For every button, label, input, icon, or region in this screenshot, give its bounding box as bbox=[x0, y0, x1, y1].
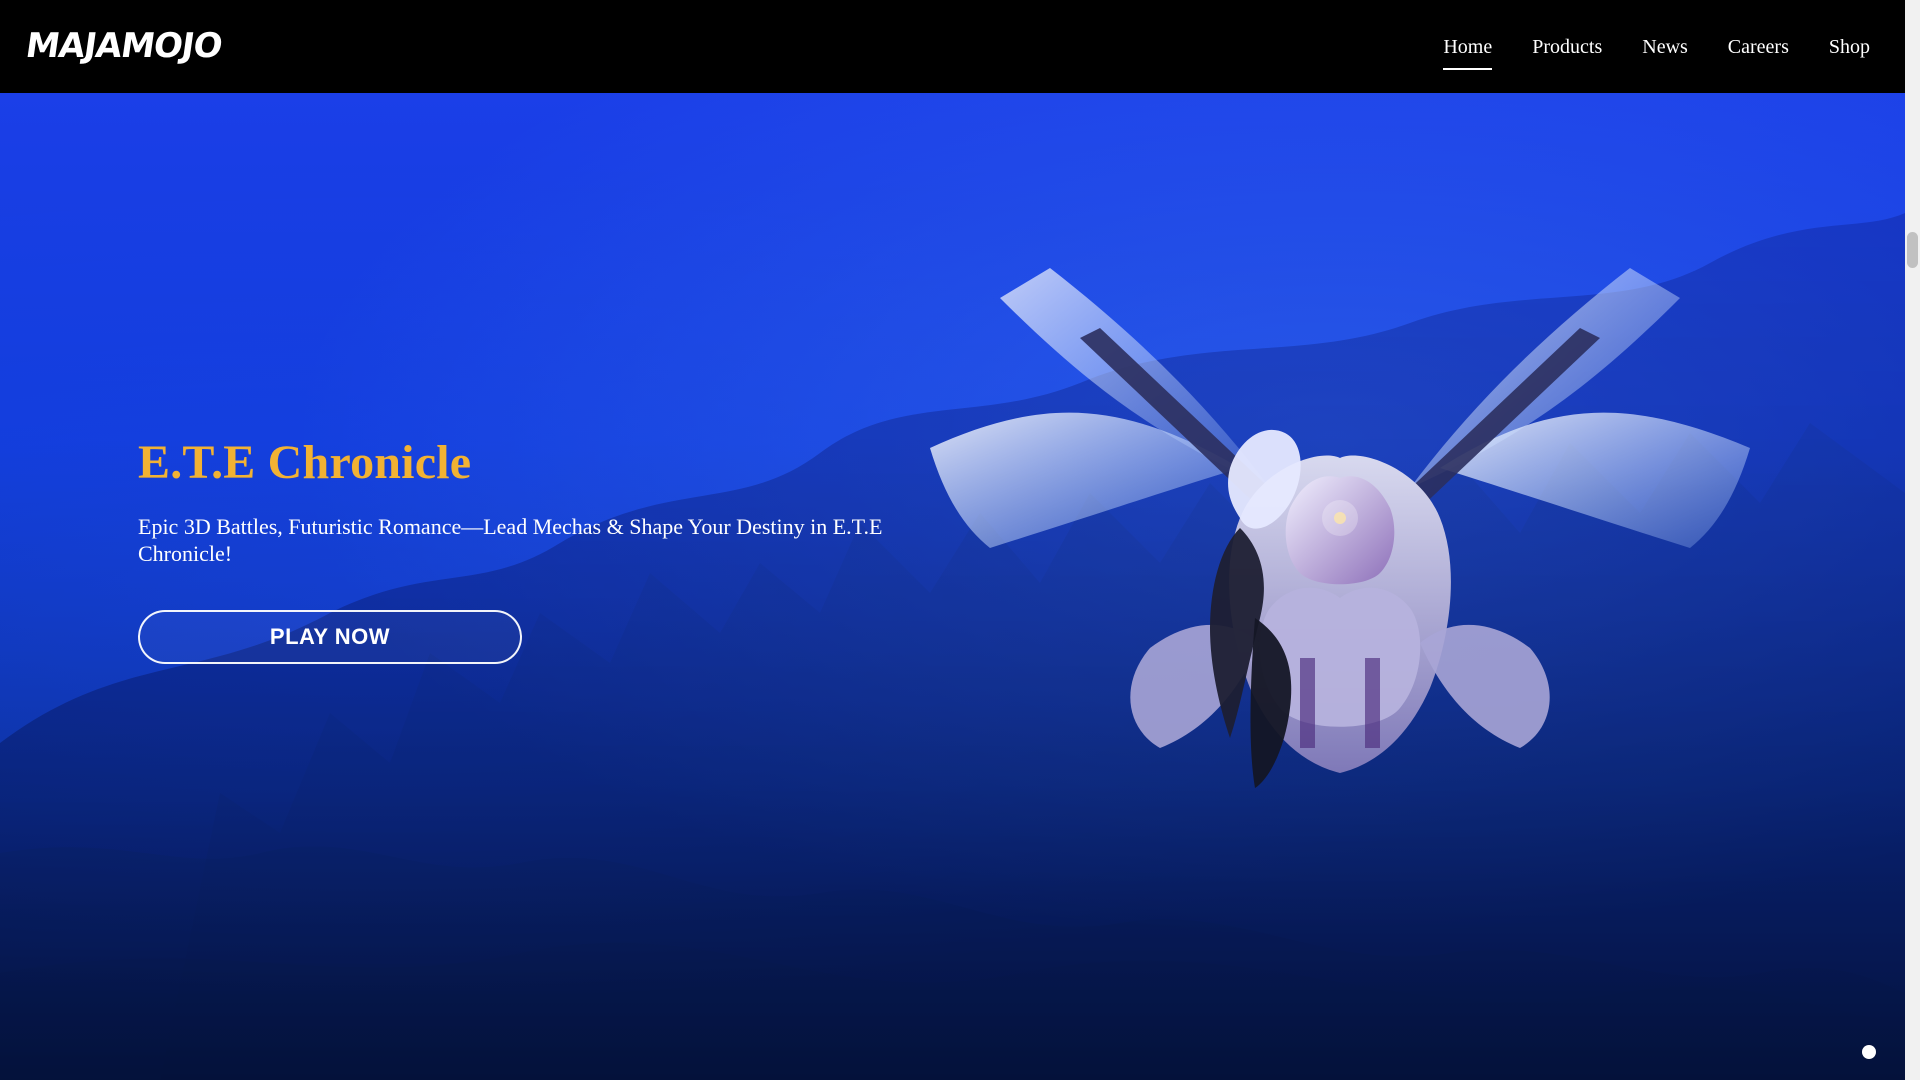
topbar: MAJAMOJO Home Products News Careers Shop bbox=[0, 0, 1905, 93]
play-now-button[interactable]: PLAY NOW bbox=[138, 610, 522, 665]
majamojo-logo[interactable]: MAJAMOJO bbox=[23, 26, 224, 66]
hero-title: E.T.E Chronicle bbox=[138, 436, 472, 489]
hero-content: E.T.E Chronicle Epic 3D Battles, Futuris… bbox=[138, 436, 898, 665]
nav-careers[interactable]: Careers bbox=[1728, 27, 1789, 67]
nav-shop[interactable]: Shop bbox=[1829, 27, 1870, 67]
hero-subtitle: Epic 3D Battles, Futuristic Romance—Lead… bbox=[138, 514, 883, 567]
nav-products[interactable]: Products bbox=[1532, 27, 1602, 67]
nav-home[interactable]: Home bbox=[1443, 27, 1492, 70]
nav-news[interactable]: News bbox=[1642, 27, 1688, 67]
hero-banner: E.T.E Chronicle Epic 3D Battles, Futuris… bbox=[0, 93, 1905, 1080]
main-nav: Home Products News Careers Shop bbox=[1443, 0, 1870, 93]
circle-dot-icon[interactable] bbox=[1862, 1045, 1876, 1059]
hero-character-art bbox=[930, 268, 1750, 788]
page-scrollbar[interactable] bbox=[1905, 0, 1920, 1080]
scrollbar-thumb[interactable] bbox=[1907, 232, 1918, 268]
page: MAJAMOJO Home Products News Careers Shop bbox=[0, 0, 1920, 1080]
